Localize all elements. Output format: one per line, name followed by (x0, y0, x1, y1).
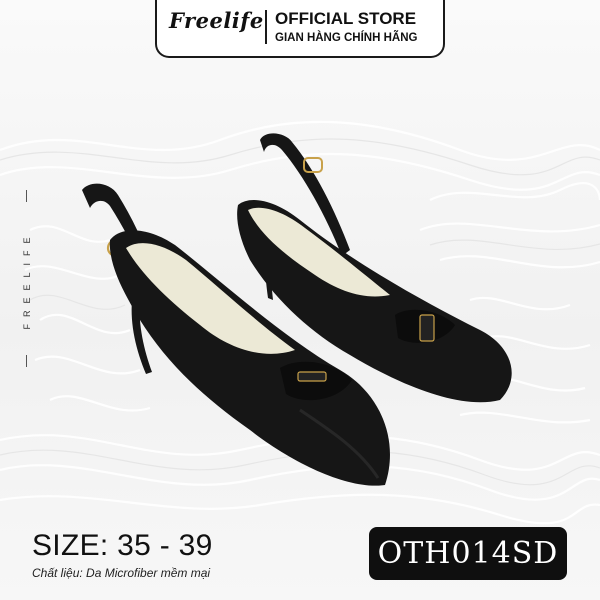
header-divider (265, 10, 267, 44)
side-rule-bottom (26, 355, 27, 367)
store-subtitle: GIAN HÀNG CHÍNH HÃNG (275, 32, 418, 44)
side-brand-label: FREELIFE (22, 230, 32, 330)
material-description: Chất liệu: Da Microfiber mềm mại (32, 566, 211, 580)
side-brand-text: FREELIFE (21, 205, 33, 355)
product-image (82, 133, 512, 486)
product-code: OTH014SD (377, 536, 559, 571)
side-rule-top (26, 190, 27, 202)
size-range-label: SIZE: 35 - 39 (32, 529, 213, 562)
product-banner: Freelife OFFICIAL STORE GIAN HÀNG CHÍNH … (0, 0, 600, 600)
product-code-badge: OTH014SD (369, 527, 567, 580)
brand-logo: Freelife (169, 8, 264, 33)
store-title: OFFICIAL STORE (275, 9, 417, 28)
official-store-header: Freelife OFFICIAL STORE GIAN HÀNG CHÍNH … (155, 0, 445, 58)
